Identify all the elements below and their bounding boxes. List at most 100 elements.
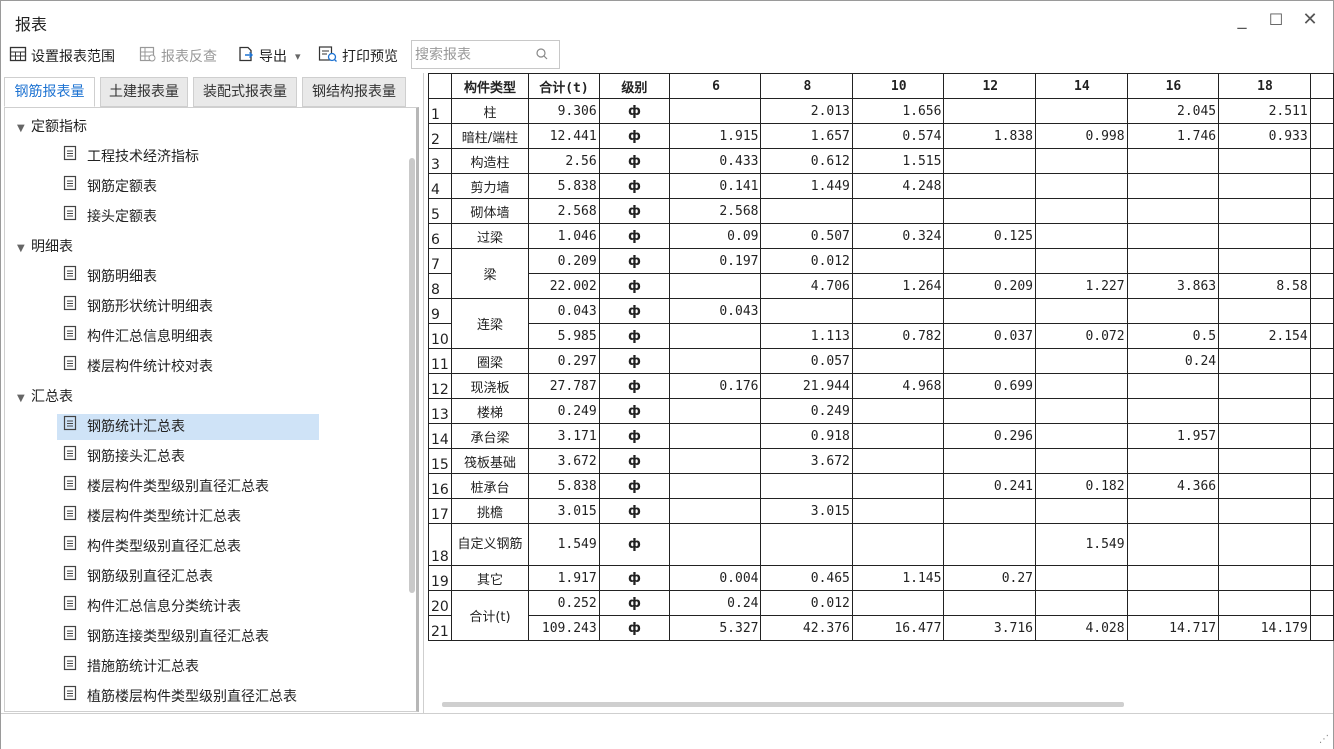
close-button[interactable]: ✕: [1297, 9, 1323, 33]
cell-total[interactable]: 0.297: [528, 348, 600, 374]
table-row[interactable]: 1 柱 9.306 ф 2.013 1.656 2.045 2.511: [428, 98, 1334, 124]
cell-type[interactable]: 挑檐: [450, 498, 530, 524]
table-row[interactable]: 15 筏板基础 3.672 ф 3.672: [428, 448, 1334, 474]
table-row[interactable]: 3 构造柱 2.56 ф 0.433 0.612 1.515: [428, 148, 1334, 174]
cell-value[interactable]: 3.716: [943, 615, 1037, 641]
cell-value[interactable]: 0.574: [851, 123, 945, 149]
table-row[interactable]: 6 过梁 1.046 ф 0.09 0.507 0.324 0.125: [428, 223, 1334, 249]
cell-value[interactable]: [669, 423, 762, 449]
cell-value[interactable]: [1126, 590, 1220, 616]
cell-value[interactable]: 0.918: [760, 423, 853, 449]
cell-value[interactable]: 0.933: [1218, 123, 1311, 149]
tree-group-quota-index[interactable]: ▼ 定额指标: [17, 114, 87, 140]
cell-type[interactable]: 楼梯: [450, 398, 530, 424]
cell-value[interactable]: [851, 448, 945, 474]
cell-value[interactable]: [851, 198, 945, 224]
table-row[interactable]: 18 自定义钢筋 1.549 ф 1.549: [428, 523, 1334, 566]
cell-grade[interactable]: ф: [598, 148, 671, 174]
set-range-button[interactable]: 设置报表范围: [9, 45, 115, 67]
cell-type[interactable]: 筏板基础: [450, 448, 530, 474]
cell-value[interactable]: [943, 448, 1037, 474]
column-header-dia-14[interactable]: 14: [1035, 73, 1128, 99]
column-header-dia-8[interactable]: 8: [760, 73, 853, 99]
table-row[interactable]: 9 连梁 0.043 ф 0.043: [428, 298, 1334, 349]
cell-value[interactable]: 1.657: [760, 123, 853, 149]
cell-value[interactable]: [1035, 148, 1128, 174]
cell-value[interactable]: 0.27: [943, 565, 1037, 591]
tree-item-joint-quota[interactable]: 接头定额表: [57, 204, 319, 230]
cell-type[interactable]: 砌体墙: [450, 198, 530, 224]
cell-value[interactable]: [1218, 148, 1311, 174]
cell-value[interactable]: 3.863: [1126, 273, 1220, 299]
cell-value[interactable]: [943, 348, 1037, 374]
cell-value[interactable]: 1.227: [1035, 273, 1128, 299]
cell-value[interactable]: [1035, 373, 1128, 399]
cell-value[interactable]: 2.045: [1126, 98, 1220, 124]
tab-steel-report[interactable]: 钢结构报表量: [302, 77, 406, 107]
cell-value[interactable]: [1126, 498, 1220, 524]
tree-item-planted-rebar[interactable]: 植筋楼层构件类型级别直径汇总表: [57, 684, 319, 710]
cell-value[interactable]: 1.264: [851, 273, 945, 299]
cell-grade[interactable]: ф: [598, 473, 671, 499]
cell-value[interactable]: 0.507: [760, 223, 853, 249]
table-row[interactable]: 16 桩承台 5.838 ф 0.241 0.182 4.366: [428, 473, 1334, 499]
grid-horizontal-scrollbar[interactable]: [442, 702, 1124, 707]
tree-group-summary[interactable]: ▼ 汇总表: [17, 384, 73, 410]
cell-value[interactable]: [669, 98, 762, 124]
cell-value[interactable]: [851, 498, 945, 524]
cell-value[interactable]: 4.968: [851, 373, 945, 399]
report-search-input[interactable]: [412, 41, 532, 68]
search-icon[interactable]: [535, 47, 549, 65]
tree-group-detail[interactable]: ▼ 明细表: [17, 234, 73, 260]
cell-total[interactable]: 2.568: [528, 198, 600, 224]
cell-value[interactable]: [851, 590, 945, 616]
cell-type[interactable]: 构造柱: [450, 148, 530, 174]
cell-value[interactable]: [851, 298, 945, 324]
cell-value[interactable]: [1126, 373, 1220, 399]
tree-item-floor-type-stat[interactable]: 楼层构件类型统计汇总表: [57, 504, 319, 530]
cell-total[interactable]: 1.549: [528, 523, 600, 566]
tree-vertical-scrollbar[interactable]: [409, 158, 415, 593]
cell-value[interactable]: [669, 348, 762, 374]
cell-value[interactable]: [1126, 448, 1220, 474]
cell-total[interactable]: 9.306: [528, 98, 600, 124]
cell-value[interactable]: [1218, 298, 1311, 324]
cell-value[interactable]: [1218, 348, 1311, 374]
cell-value[interactable]: 0.612: [760, 148, 853, 174]
cell-value[interactable]: [669, 323, 762, 349]
cell-value[interactable]: [943, 298, 1037, 324]
cell-value[interactable]: [1126, 565, 1220, 591]
chevron-down-icon[interactable]: ▾: [295, 50, 301, 63]
cell-value[interactable]: [1126, 198, 1220, 224]
cell-value[interactable]: 1.515: [851, 148, 945, 174]
cell-grade[interactable]: ф: [598, 398, 671, 424]
cell-value[interactable]: 0.057: [760, 348, 853, 374]
cell-value[interactable]: 0.037: [943, 323, 1037, 349]
cell-value[interactable]: 2.511: [1218, 98, 1311, 124]
tree-item-joint-summary[interactable]: 钢筋接头汇总表: [57, 444, 319, 470]
cell-value[interactable]: 2.568: [669, 198, 762, 224]
cell-value[interactable]: [1126, 148, 1220, 174]
table-row[interactable]: 12 现浇板 27.787 ф 0.176 21.944 4.968 0.699: [428, 373, 1334, 399]
tree-item-rebar-summary[interactable]: 钢筋统计汇总表: [57, 414, 319, 440]
tab-rebar-report[interactable]: 钢筋报表量: [4, 77, 95, 107]
cell-value[interactable]: [1126, 173, 1220, 199]
cell-type[interactable]: 其它: [450, 565, 530, 591]
cell-total[interactable]: 5.838: [528, 173, 600, 199]
cell-value[interactable]: 0.998: [1035, 123, 1128, 149]
table-row[interactable]: 20 合计(t) 0.252 ф 0.24 0.012: [428, 590, 1334, 641]
cell-grade[interactable]: ф: [598, 173, 671, 199]
print-preview-button[interactable]: 打印预览: [318, 45, 398, 67]
cell-value[interactable]: 3.015: [760, 498, 853, 524]
cell-value[interactable]: [1218, 498, 1311, 524]
maximize-button[interactable]: ☐: [1263, 9, 1289, 33]
cell-value[interactable]: 0.176: [669, 373, 762, 399]
cell-type[interactable]: 圈梁: [450, 348, 530, 374]
cell-type[interactable]: 桩承台: [450, 473, 530, 499]
cell-value[interactable]: 0.699: [943, 373, 1037, 399]
cell-value[interactable]: [1035, 173, 1128, 199]
cell-value[interactable]: 8.58: [1218, 273, 1311, 299]
resize-grip-icon[interactable]: ⋰: [1319, 734, 1329, 745]
cell-total[interactable]: 1.046: [528, 223, 600, 249]
cell-value[interactable]: [760, 298, 853, 324]
